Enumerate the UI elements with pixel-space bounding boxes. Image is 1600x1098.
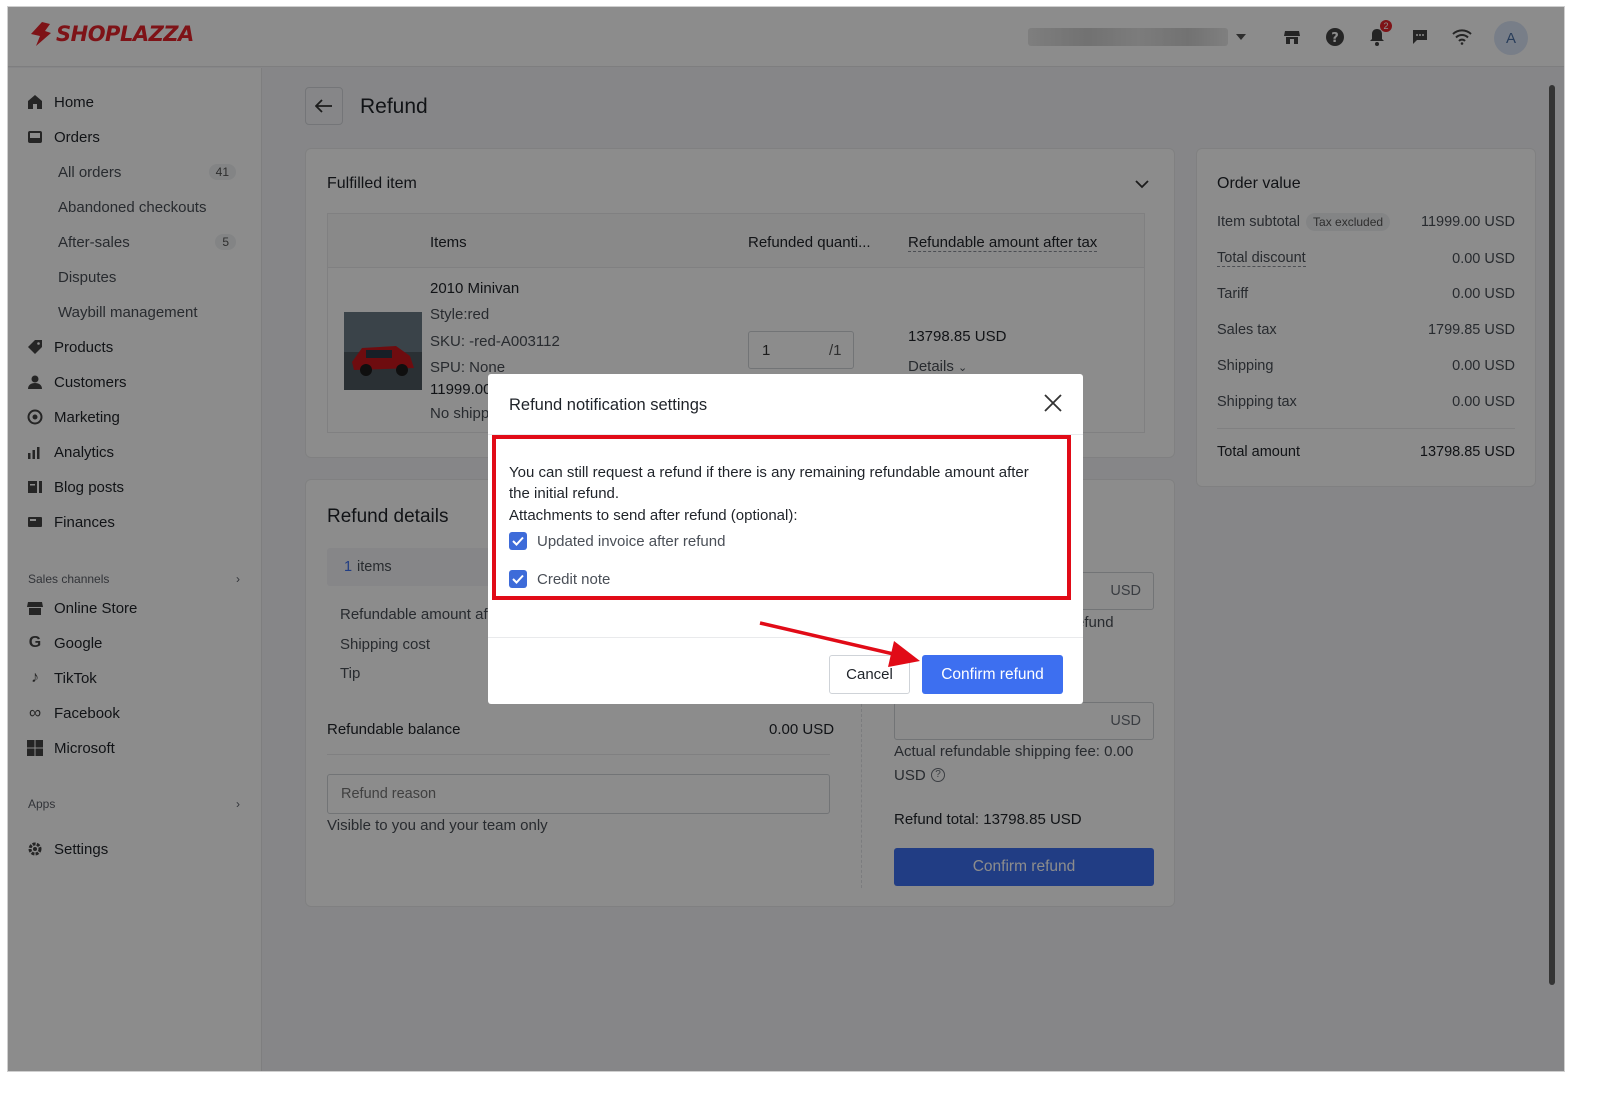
annotation-arrow-icon	[759, 621, 920, 667]
refund-notification-modal: Refund notification settings You can sti…	[488, 374, 1083, 704]
app-window: SHOPLAZZA ? 2 A Home Orders All orders 4…	[7, 6, 1565, 1072]
close-icon[interactable]	[1042, 392, 1064, 414]
annotation-highlight-box	[492, 435, 1071, 600]
modal-title: Refund notification settings	[509, 396, 708, 414]
confirm-refund-button[interactable]: Confirm refund	[922, 655, 1063, 694]
